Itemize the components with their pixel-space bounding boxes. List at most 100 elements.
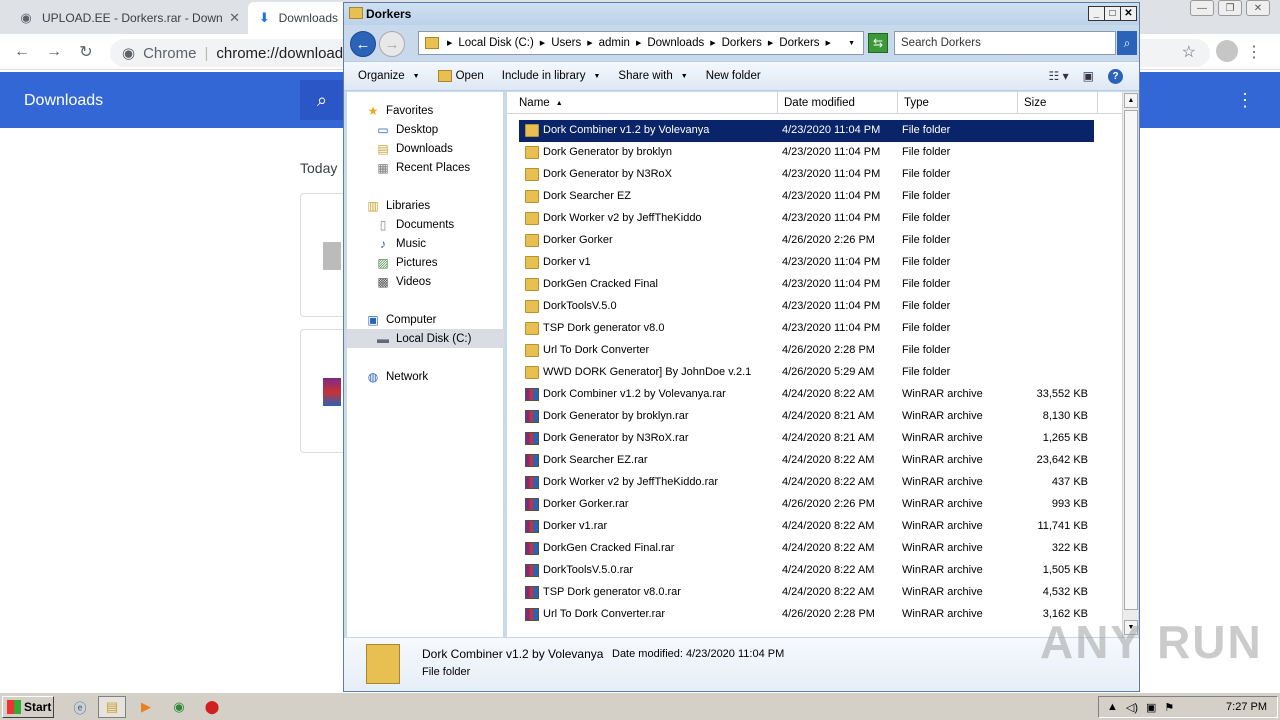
scroll-up-icon[interactable]: ▲ (1124, 93, 1138, 108)
open-button[interactable]: Open (429, 70, 493, 82)
maximize-button[interactable]: □ (1104, 6, 1121, 21)
file-row[interactable]: Dork Worker v2 by JeffTheKiddo 4/23/2020 … (519, 208, 1094, 230)
nav-local-disk[interactable]: ▬ Local Disk (C:) (347, 329, 504, 348)
file-row[interactable]: DorkGen Cracked Final.rar 4/24/2020 8:22 … (519, 538, 1094, 560)
help-icon[interactable]: ? (1108, 69, 1123, 84)
preview-pane-icon[interactable]: ▣ (1083, 69, 1094, 84)
file-row[interactable]: Url To Dork Converter 4/26/2020 2:28 PM Fi… (519, 340, 1094, 362)
chrome-taskbar-icon[interactable]: ◉ (165, 696, 193, 718)
file-row[interactable]: Dorker Gorker 4/26/2020 2:26 PM File folde… (519, 230, 1094, 252)
chevron-down-icon: ▼ (680, 72, 688, 80)
breadcrumb[interactable]: Users (551, 37, 581, 49)
ie-icon[interactable]: ⓔ (66, 696, 94, 718)
chevron-down-icon[interactable]: ▼ (848, 40, 855, 47)
nav-libraries[interactable]: ▥ Libraries (365, 196, 522, 215)
breadcrumb[interactable]: Dorkers (722, 37, 762, 49)
volume-icon[interactable]: ◁) (1126, 701, 1138, 714)
share-with-button[interactable]: Share with ▼ (609, 70, 696, 82)
file-row[interactable]: Dork Generator by broklyn 4/23/2020 11:04… (519, 142, 1094, 164)
bookmark-star-icon[interactable]: ☆ (1182, 42, 1196, 62)
file-row[interactable]: Dork Generator by N3RoX 4/23/2020 11:04 P… (519, 164, 1094, 186)
stop-sign-icon[interactable]: ⬤ (198, 696, 226, 718)
address-bar[interactable]: ▶ Local Disk (C:) ▶ Users ▶ admin ▶ Down… (418, 31, 864, 55)
minimize-button[interactable]: — (1190, 0, 1214, 16)
file-row[interactable]: Dork Generator by N3RoX.rar 4/24/2020 8:2… (519, 428, 1094, 450)
chevron-right-icon[interactable]: ▶ (636, 39, 641, 47)
forward-arrow-icon[interactable]: → (42, 40, 66, 64)
breadcrumb[interactable]: admin (599, 37, 630, 49)
file-row[interactable]: Dork Searcher EZ 4/23/2020 11:04 PM File f… (519, 186, 1094, 208)
file-row[interactable]: Url To Dork Converter.rar 4/26/2020 2:28 … (519, 604, 1094, 626)
column-date-header[interactable]: Date modified (778, 92, 898, 114)
file-row[interactable]: TSP Dork generator v8.0.rar 4/24/2020 8:2… (519, 582, 1094, 604)
close-button[interactable]: ✕ (1120, 6, 1137, 21)
refresh-icon[interactable]: ⇆ (868, 33, 888, 53)
close-tab-icon[interactable]: ✕ (229, 10, 240, 26)
close-button[interactable]: ✕ (1246, 0, 1270, 16)
file-type: File folder (902, 212, 951, 224)
file-name: WWD DORK Generator] By JohnDoe v.2.1 (543, 366, 752, 378)
file-row[interactable]: WWD DORK Generator] By JohnDoe v.2.1 4/26… (519, 362, 1094, 384)
scroll-thumb[interactable] (1124, 110, 1138, 610)
file-type: File folder (902, 278, 951, 290)
restore-button[interactable]: ❐ (1218, 0, 1242, 16)
file-row[interactable]: DorkGen Cracked Final 4/23/2020 11:04 PM F… (519, 274, 1094, 296)
file-row[interactable]: Dork Combiner v1.2 by Volevanya 4/23/2020… (519, 120, 1094, 142)
column-size-header[interactable]: Size (1018, 92, 1098, 114)
nav-favorites[interactable]: ★ Favorites (365, 101, 522, 120)
nav-network[interactable]: ◍ Network (365, 367, 522, 386)
file-row[interactable]: DorkToolsV.5.0 4/23/2020 11:04 PM File fol… (519, 296, 1094, 318)
include-in-library-button[interactable]: Include in library ▼ (493, 70, 610, 82)
open-label: Open (455, 70, 484, 82)
breadcrumb[interactable]: Dorkers (779, 37, 819, 49)
file-row[interactable]: Dork Searcher EZ.rar 4/24/2020 8:22 AM Win… (519, 450, 1094, 472)
file-row[interactable]: Dork Generator by broklyn.rar 4/24/2020 8… (519, 406, 1094, 428)
windows-logo-icon (7, 700, 21, 714)
file-row[interactable]: TSP Dork generator v8.0 4/23/2020 11:04 P… (519, 318, 1094, 340)
tab-downloads[interactable]: ⬇ Downloads (248, 2, 348, 34)
chevron-right-icon[interactable]: ▶ (710, 39, 715, 47)
organize-button[interactable]: Organize ▼ (344, 70, 429, 82)
chevron-right-icon[interactable]: ▶ (587, 39, 592, 47)
explorer-titlebar: Dorkers _ □ ✕ (344, 3, 1139, 25)
chevron-right-icon[interactable]: ▶ (768, 39, 773, 47)
tab-upload[interactable]: ◉ UPLOAD.EE - Dorkers.rar - Download ✕ (8, 2, 248, 34)
back-arrow-icon[interactable]: ← (10, 40, 34, 64)
file-row[interactable]: Dorker Gorker.rar 4/26/2020 2:26 PM WinRAR… (519, 494, 1094, 516)
chrome-menu-icon[interactable]: ⋮ (1246, 42, 1262, 62)
file-row[interactable]: Dork Combiner v1.2 by Volevanya.rar 4/24/… (519, 384, 1094, 406)
new-folder-button[interactable]: New folder (697, 70, 770, 82)
vertical-scrollbar[interactable]: ▲ ▼ (1122, 92, 1138, 637)
search-icon[interactable]: ⌕ (1117, 31, 1137, 55)
media-player-icon[interactable]: ▶ (132, 696, 160, 718)
flag-icon[interactable]: ⚑ (1164, 701, 1174, 714)
chevron-right-icon[interactable]: ▶ (826, 39, 831, 47)
search-icon[interactable]: ⌕ (300, 80, 344, 120)
file-row[interactable]: DorkToolsV.5.0.rar 4/24/2020 8:22 AM WinRA… (519, 560, 1094, 582)
network-tray-icon[interactable]: ▣ (1146, 701, 1156, 714)
explorer-taskbar-icon[interactable]: ▤ (98, 696, 126, 718)
file-row[interactable]: Dork Worker v2 by JeffTheKiddo.rar 4/24/2… (519, 472, 1094, 494)
file-row[interactable]: Dorker v1.rar 4/24/2020 8:22 AM WinRAR arc… (519, 516, 1094, 538)
chrome-window-controls: — ❐ ✕ (1190, 0, 1270, 16)
breadcrumb[interactable]: Downloads (647, 37, 704, 49)
search-input[interactable]: Search Dorkers (894, 31, 1116, 55)
minimize-button[interactable]: _ (1088, 6, 1105, 21)
file-name: Url To Dork Converter.rar (543, 608, 666, 620)
breadcrumb[interactable]: Local Disk (C:) (458, 37, 533, 49)
chevron-right-icon[interactable]: ▶ (540, 39, 545, 47)
reload-icon[interactable]: ↻ (74, 40, 98, 64)
forward-arrow-icon[interactable]: → (379, 31, 405, 57)
start-button[interactable]: Start (2, 696, 54, 718)
nav-computer[interactable]: ▣ Computer (365, 310, 522, 329)
more-menu-icon[interactable]: ⋮ (1236, 90, 1254, 111)
avatar[interactable] (1216, 40, 1238, 62)
clock[interactable]: 7:27 PM (1226, 701, 1267, 713)
tray-expand-icon[interactable]: ▲ (1107, 701, 1118, 713)
file-row[interactable]: Dorker v1 4/23/2020 11:04 PM File folder (519, 252, 1094, 274)
view-options-icon[interactable]: ☷ ▾ (1049, 69, 1069, 84)
column-name-header[interactable]: Name ▲ (513, 92, 778, 114)
chevron-right-icon[interactable]: ▶ (447, 39, 452, 47)
column-type-header[interactable]: Type (898, 92, 1018, 114)
back-arrow-icon[interactable]: ← (350, 31, 376, 57)
